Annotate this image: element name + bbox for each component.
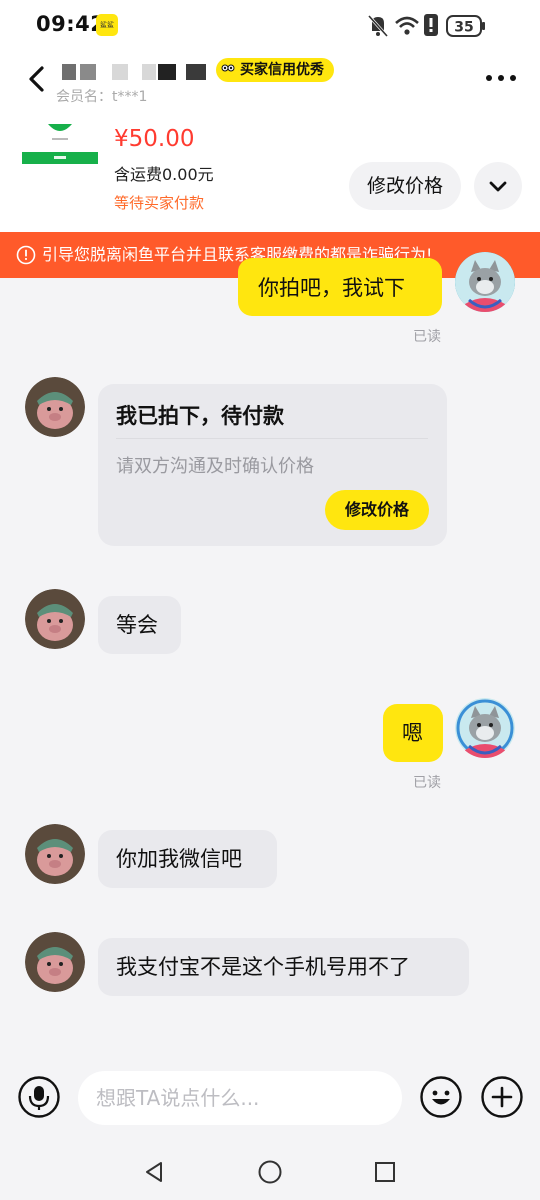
card-divider	[116, 438, 428, 439]
system-nav-bar	[0, 1142, 540, 1200]
message-text: 你拍吧，我试下	[258, 276, 405, 300]
pig-avatar-icon	[25, 932, 85, 992]
notification-app-icon: 鲨鲨	[96, 14, 118, 36]
face-icon	[221, 64, 235, 72]
nav-recents-icon[interactable]	[373, 1160, 397, 1184]
status-time: 09:42	[36, 12, 106, 36]
expand-button[interactable]	[474, 162, 522, 210]
battery-icon: 35	[446, 15, 485, 37]
message-bubble-received[interactable]: 你加我微信吧	[98, 830, 277, 888]
pig-avatar-icon	[25, 824, 85, 884]
nav-back-icon[interactable]	[142, 1160, 166, 1184]
user-name-redacted	[62, 64, 212, 80]
my-avatar[interactable]	[455, 252, 515, 312]
other-avatar[interactable]	[25, 589, 85, 649]
member-name: 会员名：t***1	[56, 89, 148, 105]
emoji-icon[interactable]	[420, 1076, 462, 1118]
credit-badge: 买家信用优秀	[216, 58, 334, 82]
message-text: 等会	[116, 613, 158, 637]
other-avatar[interactable]	[25, 932, 85, 992]
order-status: 等待买家付款	[114, 194, 205, 212]
message-bubble-sent[interactable]: 你拍吧，我试下	[238, 258, 442, 316]
credit-badge-label: 买家信用优秀	[240, 62, 324, 78]
message-bubble-received[interactable]: 等会	[98, 596, 181, 654]
my-avatar[interactable]	[455, 698, 515, 758]
back-icon[interactable]	[22, 62, 56, 96]
edit-price-button[interactable]: 修改价格	[349, 162, 461, 210]
other-avatar[interactable]	[25, 824, 85, 884]
message-text: 你加我微信吧	[116, 847, 242, 871]
alert-status-icon	[424, 14, 438, 36]
cat-avatar-icon	[455, 698, 515, 758]
svg-text:35: 35	[454, 20, 473, 36]
card-edit-price-button[interactable]: 修改价格	[325, 490, 429, 530]
message-input[interactable]	[78, 1071, 402, 1125]
plus-icon[interactable]	[481, 1076, 523, 1118]
product-thumbnail[interactable]	[22, 124, 98, 164]
mute-icon	[367, 14, 389, 38]
message-text: 嗯	[402, 721, 423, 745]
card-title: 我已拍下，待付款	[116, 404, 284, 428]
order-card: 我已拍下，待付款 请双方沟通及时确认价格 修改价格	[98, 384, 447, 546]
message-text: 我支付宝不是这个手机号用不了	[116, 955, 410, 979]
microphone-icon[interactable]	[18, 1076, 60, 1118]
pig-avatar-icon	[25, 589, 85, 649]
nav-home-icon[interactable]	[257, 1159, 283, 1185]
shipping-info: 含运费0.00元	[114, 165, 214, 184]
more-icon[interactable]	[484, 68, 518, 88]
alert-icon	[16, 245, 36, 265]
other-avatar[interactable]	[25, 377, 85, 437]
wifi-icon	[395, 16, 419, 35]
read-receipt: 已读	[413, 329, 441, 345]
card-subtitle: 请双方沟通及时确认价格	[116, 456, 314, 477]
chevron-down-icon	[489, 181, 507, 192]
pig-avatar-icon	[25, 377, 85, 437]
status-icons: 35	[367, 14, 485, 38]
message-bubble-sent[interactable]: 嗯	[383, 704, 443, 762]
cat-avatar-icon	[455, 252, 515, 312]
read-receipt: 已读	[413, 775, 441, 791]
product-price: ¥50.00	[114, 126, 195, 152]
message-bubble-received[interactable]: 我支付宝不是这个手机号用不了	[98, 938, 469, 996]
